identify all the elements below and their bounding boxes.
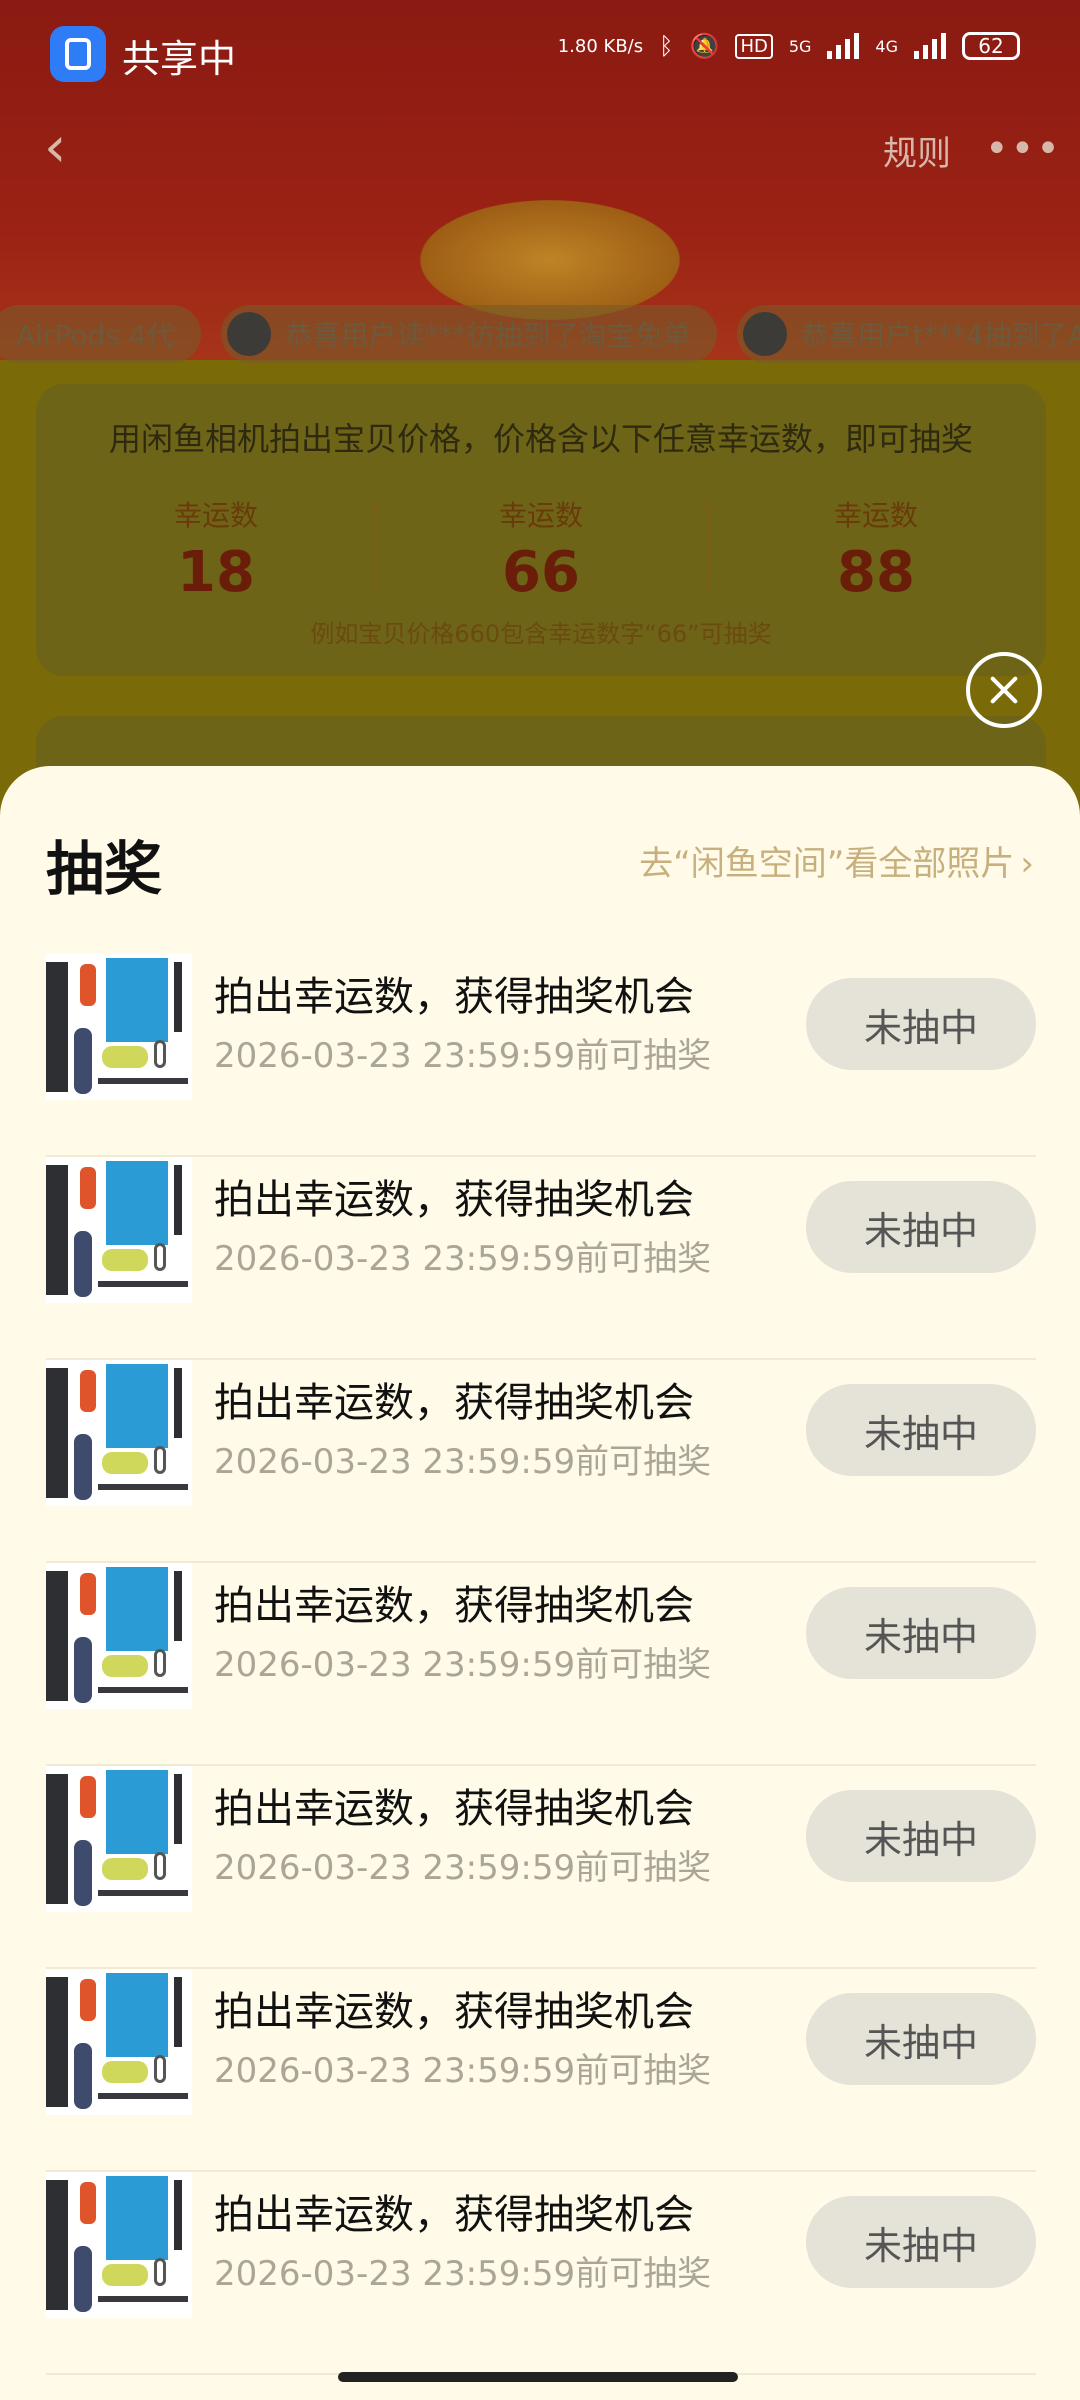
network-speed: 1.80 KB/s xyxy=(557,35,644,57)
hero-gold-illustration xyxy=(420,200,680,320)
ticker-text: AirPods 4代 xyxy=(16,319,175,352)
item-deadline: 2026-03-23 23:59:59前可抽奖 xyxy=(214,1442,712,1482)
view-all-photos-link[interactable]: 去“闲鱼空间”看全部照片 › xyxy=(639,836,1034,885)
product-thumbnail xyxy=(46,1969,192,2115)
view-all-photos-label: 去“闲鱼空间”看全部照片 xyxy=(639,844,1015,884)
lucky-value: 18 xyxy=(177,540,255,605)
product-thumbnail xyxy=(46,1157,192,1303)
lucky-value: 66 xyxy=(502,540,580,605)
list-item[interactable]: 拍出幸运数，获得抽奖机会 2026-03-23 23:59:59前可抽奖 未抽中 xyxy=(46,1969,1036,2172)
lottery-sheet: 抽奖 去“闲鱼空间”看全部照片 › 拍出幸运数，获得抽奖机会 2026-03-23 … xyxy=(0,766,1080,2400)
signal-5g-label: 5G xyxy=(788,36,812,56)
product-thumbnail xyxy=(46,1563,192,1709)
item-title: 拍出幸运数，获得抽奖机会 xyxy=(214,1786,694,1832)
item-title: 拍出幸运数，获得抽奖机会 xyxy=(214,1380,694,1426)
item-title: 拍出幸运数，获得抽奖机会 xyxy=(214,1177,694,1223)
nav-bar: ‹ 规则 ••• xyxy=(0,100,1080,196)
sheet-title: 抽奖 xyxy=(46,835,163,903)
signal-icon xyxy=(827,33,860,59)
share-icon xyxy=(50,26,106,82)
draw-status-button[interactable]: 未抽中 xyxy=(806,1181,1036,1273)
product-thumbnail xyxy=(46,1766,192,1912)
item-title: 拍出幸运数，获得抽奖机会 xyxy=(214,974,694,1020)
status-bar: 共享中 1.80 KB/s ᛒ 🔕 HD 5G 4G 62 xyxy=(0,0,1080,100)
item-title: 拍出幸运数，获得抽奖机会 xyxy=(214,1583,694,1629)
ticker-item: 恭喜用户读***彷抽到了淘宝免单 xyxy=(220,305,717,363)
draw-status-button[interactable]: 未抽中 xyxy=(806,978,1036,1070)
product-thumbnail xyxy=(46,954,192,1100)
lucky-number-1: 幸运数 18 xyxy=(56,494,376,605)
item-deadline: 2026-03-23 23:59:59前可抽奖 xyxy=(214,2051,712,2091)
winner-ticker: AirPods 4代 恭喜用户读***彷抽到了淘宝免单 恭喜用户t***4抽到了… xyxy=(0,305,1080,365)
back-arrow-icon[interactable]: ‹ xyxy=(44,120,84,176)
item-deadline: 2026-03-23 23:59:59前可抽奖 xyxy=(214,1848,712,1888)
list-item[interactable]: 拍出幸运数，获得抽奖机会 2026-03-23 23:59:59前可抽奖 未抽中 xyxy=(46,1157,1036,1360)
mute-icon: 🔕 xyxy=(689,32,720,60)
list-item[interactable]: 拍出幸运数，获得抽奖机会 2026-03-23 23:59:59前可抽奖 未抽中 xyxy=(46,2172,1036,2375)
home-indicator[interactable] xyxy=(338,2372,738,2382)
ticker-text: 恭喜用户读***彷抽到了淘宝免单 xyxy=(284,319,691,352)
background-page: 共享中 1.80 KB/s ᛒ 🔕 HD 5G 4G 62 ‹ 规则 ••• A… xyxy=(0,0,1080,900)
more-options-icon[interactable]: ••• xyxy=(985,126,1062,172)
ticker-item: AirPods 4代 xyxy=(0,305,201,363)
lucky-label: 幸运数 xyxy=(833,499,918,532)
chevron-right-icon: › xyxy=(1020,844,1034,884)
product-thumbnail xyxy=(46,1360,192,1506)
item-deadline: 2026-03-23 23:59:59前可抽奖 xyxy=(214,1036,712,1076)
close-icon[interactable] xyxy=(966,652,1042,728)
lottery-list: 拍出幸运数，获得抽奖机会 2026-03-23 23:59:59前可抽奖 未抽中 拍出… xyxy=(46,954,1036,2375)
draw-status-button[interactable]: 未抽中 xyxy=(806,1790,1036,1882)
signal-icon-2 xyxy=(914,33,946,59)
draw-status-button[interactable]: 未抽中 xyxy=(806,1993,1036,2085)
avatar xyxy=(226,312,271,356)
share-status-text: 共享中 xyxy=(122,37,237,81)
hd-badge: HD xyxy=(735,33,773,59)
rule-hint: 例如宝贝价格660包含幸运数字“66”可抽奖 xyxy=(310,620,772,648)
battery-indicator: 62 xyxy=(962,32,1020,60)
lucky-value: 88 xyxy=(837,540,915,605)
item-deadline: 2026-03-23 23:59:59前可抽奖 xyxy=(214,1239,712,1279)
list-item[interactable]: 拍出幸运数，获得抽奖机会 2026-03-23 23:59:59前可抽奖 未抽中 xyxy=(46,1766,1036,1969)
item-title: 拍出幸运数，获得抽奖机会 xyxy=(214,2192,694,2238)
draw-status-button[interactable]: 未抽中 xyxy=(806,1384,1036,1476)
rules-button[interactable]: 规则 xyxy=(883,126,951,175)
lucky-label: 幸运数 xyxy=(498,499,583,532)
item-deadline: 2026-03-23 23:59:59前可抽奖 xyxy=(214,1645,712,1685)
lucky-label: 幸运数 xyxy=(173,499,258,532)
lucky-number-3: 幸运数 88 xyxy=(716,494,1036,605)
divider xyxy=(373,502,375,588)
item-title: 拍出幸运数，获得抽奖机会 xyxy=(214,1989,694,2035)
draw-status-button[interactable]: 未抽中 xyxy=(806,2196,1036,2288)
draw-status-button[interactable]: 未抽中 xyxy=(806,1587,1036,1679)
divider xyxy=(708,502,710,588)
ticker-item: 恭喜用户t***4抽到了A xyxy=(736,305,1080,363)
list-item[interactable]: 拍出幸运数，获得抽奖机会 2026-03-23 23:59:59前可抽奖 未抽中 xyxy=(46,954,1036,1157)
lucky-number-2: 幸运数 66 xyxy=(381,494,701,605)
avatar xyxy=(742,312,787,356)
signal-4g-label: 4G xyxy=(875,36,898,56)
lucky-number-rule-card: 用闲鱼相机拍出宝贝价格，价格含以下任意幸运数，即可抽奖 幸运数 18 幸运数 6… xyxy=(36,384,1046,676)
ticker-text: 恭喜用户t***4抽到了A xyxy=(800,319,1080,352)
product-thumbnail xyxy=(46,2172,192,2318)
list-item[interactable]: 拍出幸运数，获得抽奖机会 2026-03-23 23:59:59前可抽奖 未抽中 xyxy=(46,1563,1036,1766)
item-deadline: 2026-03-23 23:59:59前可抽奖 xyxy=(214,2254,712,2294)
status-icons: 1.80 KB/s ᛒ 🔕 HD 5G 4G 62 xyxy=(558,32,1020,60)
bluetooth-icon: ᛒ xyxy=(659,32,674,60)
list-item[interactable]: 拍出幸运数，获得抽奖机会 2026-03-23 23:59:59前可抽奖 未抽中 xyxy=(46,1360,1036,1563)
rule-title: 用闲鱼相机拍出宝贝价格，价格含以下任意幸运数，即可抽奖 xyxy=(108,420,973,458)
